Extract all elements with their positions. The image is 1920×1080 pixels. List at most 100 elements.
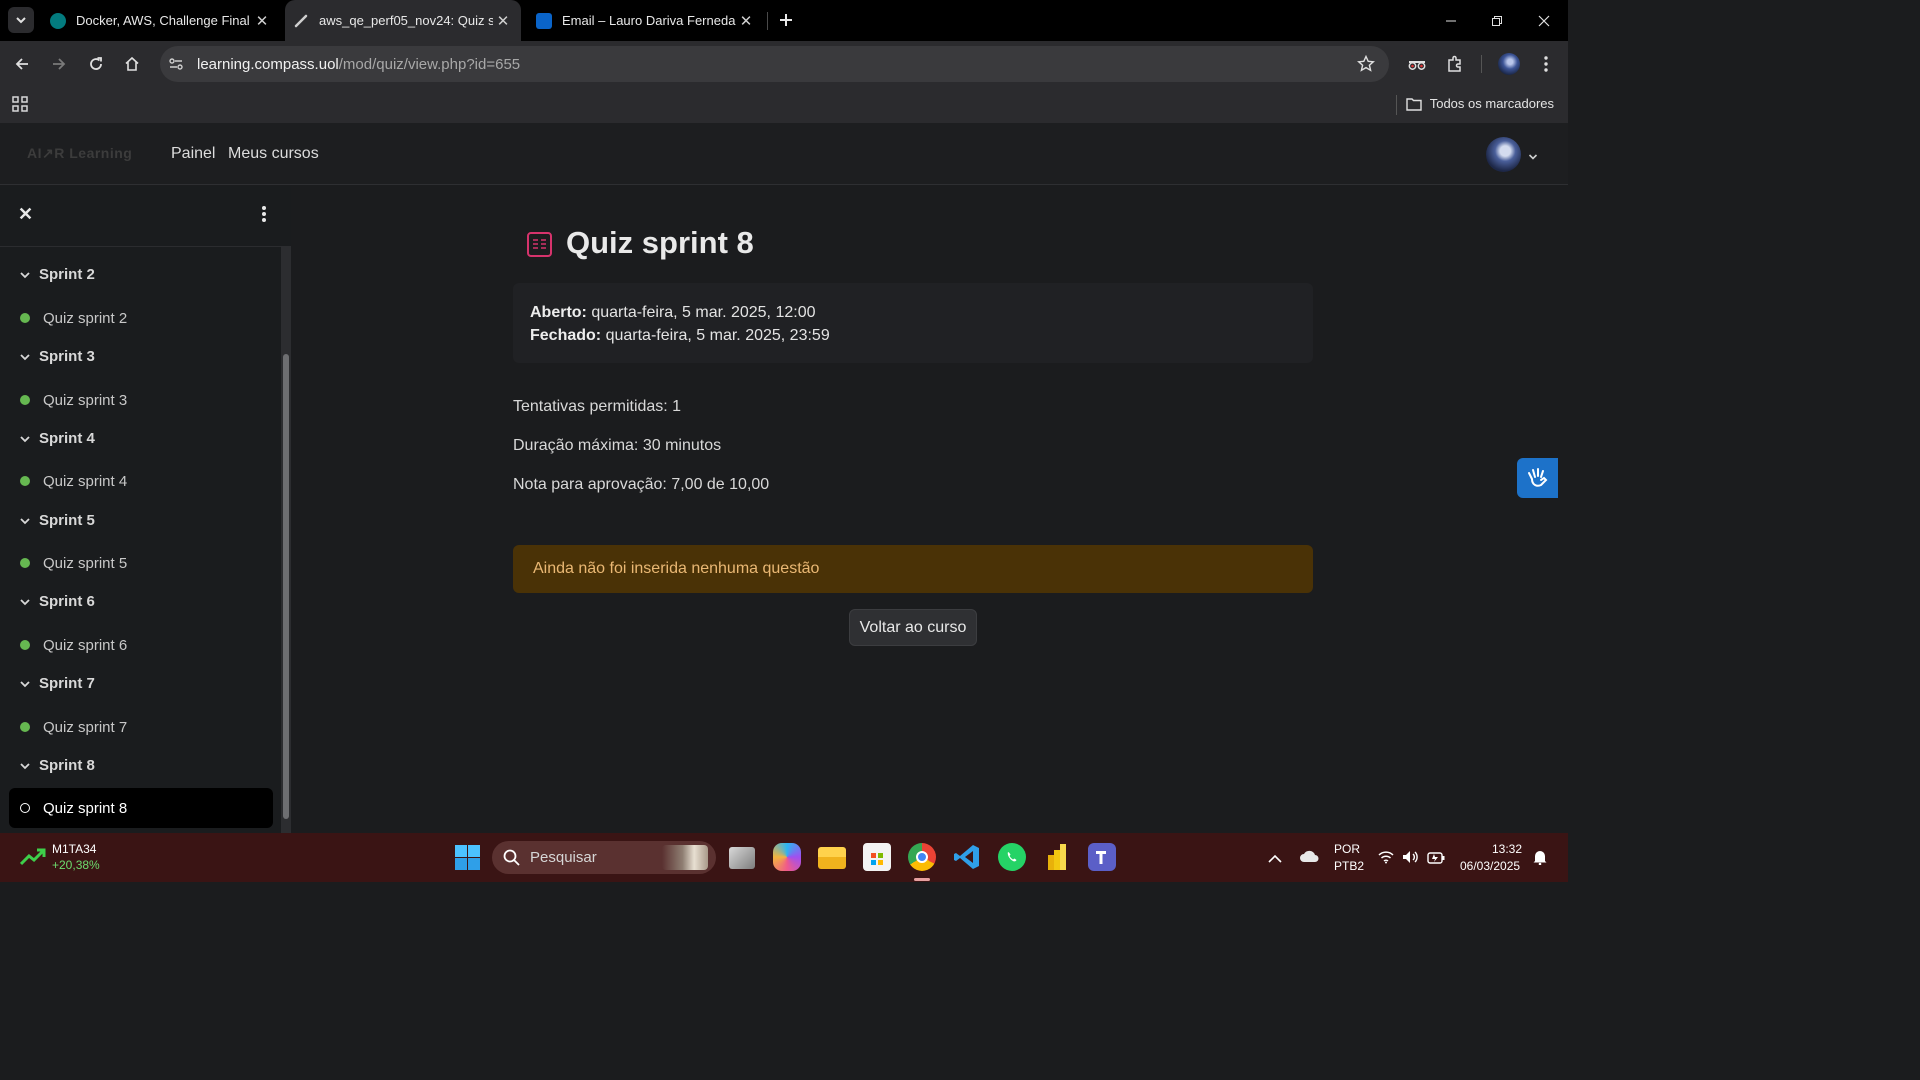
activity-label: Quiz sprint 4 xyxy=(43,472,128,490)
opened-date-row: Aberto: quarta-feira, 5 mar. 2025, 12:00 xyxy=(530,301,1296,324)
forward-button[interactable] xyxy=(45,50,73,78)
microsoft-store-icon[interactable] xyxy=(863,843,891,871)
search-placeholder: Pesquisar xyxy=(530,849,597,866)
section-sprint-8[interactable]: Sprint 8 xyxy=(20,757,95,774)
plus-icon xyxy=(780,14,792,26)
link-icon xyxy=(293,13,309,29)
section-sprint-6[interactable]: Sprint 6 xyxy=(20,593,95,610)
incomplete-circle-icon xyxy=(20,803,30,813)
time-limit: Duração máxima: 30 minutos xyxy=(513,437,722,454)
back-button[interactable] xyxy=(8,50,36,78)
course-index-list: Sprint 2 Quiz sprint 2 Sprint 3 Quiz spr… xyxy=(0,246,281,833)
reload-button[interactable] xyxy=(82,50,110,78)
chevron-down-icon xyxy=(20,762,30,769)
course-index-drawer: ✕ Sprint 2 Quiz sprint 2 Sprint 3 Quiz s… xyxy=(0,186,291,833)
section-sprint-5[interactable]: Sprint 5 xyxy=(20,512,95,529)
close-icon[interactable]: ✕ xyxy=(18,204,33,225)
wifi-icon[interactable] xyxy=(1378,850,1394,869)
chrome-icon[interactable] xyxy=(908,843,936,871)
show-hidden-icons[interactable] xyxy=(1268,851,1282,869)
clock-date[interactable]: 06/03/2025 xyxy=(1460,859,1520,873)
all-bookmarks-button[interactable]: Todos os marcadores xyxy=(1406,96,1554,111)
chevron-down-icon[interactable] xyxy=(1528,149,1538,167)
activity-quiz-sprint-8[interactable]: Quiz sprint 8 xyxy=(9,788,273,828)
extensions-button[interactable] xyxy=(1441,50,1469,78)
close-tab-icon[interactable]: ✕ xyxy=(736,12,756,30)
whatsapp-icon[interactable] xyxy=(998,843,1026,871)
section-label: Sprint 4 xyxy=(39,430,95,447)
user-avatar[interactable] xyxy=(1486,137,1521,172)
all-bookmarks-label: Todos os marcadores xyxy=(1429,96,1554,111)
battery-icon[interactable] xyxy=(1427,851,1445,869)
tab-title: Email – Lauro Dariva Ferneda – Outlook xyxy=(562,13,736,28)
activity-quiz-sprint-3[interactable]: Quiz sprint 3 xyxy=(9,380,273,420)
new-tab-button[interactable] xyxy=(774,8,798,32)
minimize-button[interactable] xyxy=(1428,0,1474,41)
vscode-icon[interactable] xyxy=(953,843,981,871)
windows-start-icon[interactable] xyxy=(455,845,480,875)
puzzle-icon xyxy=(1448,55,1461,72)
incognito-extension-button[interactable] xyxy=(1403,50,1431,78)
activity-quiz-sprint-7[interactable]: Quiz sprint 7 xyxy=(9,707,273,747)
tab-quiz[interactable]: aws_qe_perf05_nov24: Quiz sprint 8 ✕ xyxy=(285,0,521,41)
site-info-icon[interactable] xyxy=(168,56,184,77)
close-window-button[interactable] xyxy=(1521,0,1567,41)
task-view-icon[interactable] xyxy=(729,847,755,869)
nav-link-painel[interactable]: Painel xyxy=(171,145,215,163)
volume-icon[interactable] xyxy=(1402,850,1419,869)
notification-bell-icon[interactable] xyxy=(1532,849,1548,870)
home-button[interactable] xyxy=(118,50,146,78)
section-sprint-2[interactable]: Sprint 2 xyxy=(20,266,95,283)
chevron-down-icon xyxy=(20,598,30,605)
taskbar-search[interactable]: Pesquisar xyxy=(492,841,716,874)
drawer-scrollbar[interactable] xyxy=(281,246,291,833)
section-label: Sprint 8 xyxy=(39,757,95,774)
close-icon xyxy=(1538,15,1550,26)
stock-ticker[interactable]: M1TA34 xyxy=(52,842,96,856)
activity-quiz-sprint-4[interactable]: Quiz sprint 4 xyxy=(9,461,273,501)
tab-title: Docker, AWS, Challenge Final xyxy=(76,13,250,28)
tab-email[interactable]: Email – Lauro Dariva Ferneda – Outlook ✕ xyxy=(530,0,764,41)
scrollbar-thumb[interactable] xyxy=(283,354,289,819)
keyboard-layout-indicator[interactable]: PTB2 xyxy=(1334,859,1364,873)
url-path: /mod/quiz/view.php?id=655 xyxy=(338,56,521,73)
sharepoint-icon xyxy=(50,12,66,29)
tab-docker[interactable]: Docker, AWS, Challenge Final ✕ xyxy=(44,0,280,41)
profile-avatar[interactable] xyxy=(1498,53,1520,75)
back-to-course-button[interactable]: Voltar ao curso xyxy=(849,609,977,646)
section-sprint-3[interactable]: Sprint 3 xyxy=(20,348,95,365)
activity-quiz-sprint-6[interactable]: Quiz sprint 6 xyxy=(9,625,273,665)
restore-button[interactable] xyxy=(1474,0,1520,41)
teams-icon[interactable] xyxy=(1088,843,1116,871)
close-tab-icon[interactable]: ✕ xyxy=(493,12,513,30)
power-bi-icon[interactable] xyxy=(1043,843,1071,871)
file-explorer-icon[interactable] xyxy=(818,847,846,869)
browser-menu-button[interactable] xyxy=(1532,50,1560,78)
apps-grid-icon[interactable] xyxy=(11,95,29,118)
bookmark-star-icon[interactable] xyxy=(1357,54,1375,78)
stock-trend-icon[interactable] xyxy=(19,847,46,872)
arrow-right-icon xyxy=(53,58,66,70)
section-sprint-4[interactable]: Sprint 4 xyxy=(20,430,95,447)
activity-quiz-sprint-5[interactable]: Quiz sprint 5 xyxy=(9,543,273,583)
stock-change: +20,38% xyxy=(52,858,100,872)
drawer-options-icon[interactable] xyxy=(256,204,272,224)
accessibility-widget-button[interactable] xyxy=(1517,458,1558,498)
copilot-icon[interactable] xyxy=(773,843,801,871)
activity-quiz-sprint-2[interactable]: Quiz sprint 2 xyxy=(9,298,273,338)
nav-link-meus-cursos[interactable]: Meus cursos xyxy=(228,145,319,163)
language-indicator[interactable]: POR xyxy=(1334,842,1360,856)
tab-separator xyxy=(767,12,768,30)
site-logo[interactable]: AI↗R Learning xyxy=(27,145,132,162)
chevron-down-icon xyxy=(20,435,30,442)
onedrive-cloud-icon[interactable] xyxy=(1299,849,1319,868)
address-bar[interactable]: learning.compass.uol/mod/quiz/view.php?i… xyxy=(160,46,1389,82)
bookmarks-bar: Todos os marcadores xyxy=(0,87,1568,123)
close-tab-icon[interactable]: ✕ xyxy=(252,12,272,30)
tab-search-button[interactable] xyxy=(8,7,34,33)
quiz-icon xyxy=(527,232,552,257)
section-label: Sprint 3 xyxy=(39,348,95,365)
clock-time[interactable]: 13:32 xyxy=(1492,842,1522,856)
section-sprint-7[interactable]: Sprint 7 xyxy=(20,675,95,692)
toolbar-divider xyxy=(1481,55,1482,73)
